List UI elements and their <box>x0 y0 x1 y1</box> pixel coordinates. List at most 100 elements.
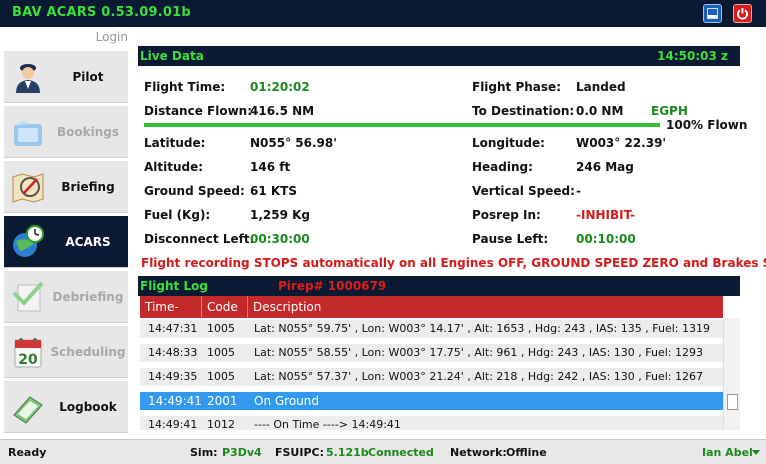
flight-log-table[interactable]: Time-UTC Code Description 14:47:31 1005 … <box>140 296 723 430</box>
briefing-map-icon <box>12 173 44 203</box>
sidebar-item-pilot-centre[interactable]: Pilot Centre <box>4 51 128 136</box>
globe-clock-icon <box>13 225 44 257</box>
row-code: 1005 <box>207 322 235 335</box>
distance-flown-label: Distance Flown: <box>144 104 253 118</box>
sidebar-item-label: Logbook <box>59 400 117 414</box>
fsuipc-status: Connected <box>368 446 434 459</box>
to-destination-label: To Destination: <box>472 104 575 118</box>
table-row-selected[interactable]: 14:49:41 2001 On Ground <box>140 388 723 412</box>
pilot-icon <box>16 64 40 93</box>
row-code: 1005 <box>207 370 235 383</box>
disconnect-left-value: 00:30:00 <box>250 232 310 246</box>
ground-speed-value: 61 KTS <box>250 184 298 198</box>
power-icon <box>737 8 748 20</box>
utc-clock: 14:50:03 z <box>657 49 728 63</box>
row-time: 14:48:33 <box>148 346 198 359</box>
scrollbar-thumb[interactable] <box>727 394 738 410</box>
row-time: 14:49:41 <box>148 418 198 430</box>
row-time: 14:49:35 <box>148 370 198 383</box>
to-destination-value: 0.0 NM <box>576 104 624 118</box>
sidebar: Login Pilot Centre Bookings Briefing <box>0 27 130 437</box>
calendar-icon: 20 <box>14 338 42 368</box>
sidebar-item-acars[interactable]: ACARS <box>4 216 128 268</box>
title-bar: BAV ACARS 0.53.09.01b <box>0 0 766 27</box>
flight-time-label: Flight Time: <box>144 80 226 94</box>
flight-phase-value: Landed <box>576 80 626 94</box>
ground-speed-label: Ground Speed: <box>144 184 245 198</box>
sidebar-item-label: ACARS <box>65 235 111 249</box>
row-time: 14:47:31 <box>148 322 198 335</box>
table-row[interactable]: 14:49:41 1012 ---- On Time ----> 14:49:4… <box>140 412 723 430</box>
pause-left-value: 00:10:00 <box>576 232 636 246</box>
sidebar-item-label: Pilot Centre <box>65 70 110 136</box>
latitude-label: Latitude: <box>144 136 206 150</box>
table-row[interactable]: 14:49:35 1005 Lat: N055° 57.37' , Lon: W… <box>140 364 723 388</box>
longitude-label: Longitude: <box>472 136 545 150</box>
fsuipc-version: 5.121b <box>326 446 369 459</box>
status-bar: Ready Sim: P3Dv4 FSUIPC: 5.121b Connecte… <box>0 439 766 464</box>
flight-progress-bar <box>144 123 660 127</box>
column-header-time[interactable]: Time-UTC <box>140 296 202 336</box>
table-row[interactable]: 14:47:31 1005 Lat: N055° 59.75' , Lon: W… <box>140 316 723 340</box>
flight-log-header: Flight Log Pirep# 1000679 <box>138 276 740 296</box>
bookings-folder-icon <box>14 121 42 146</box>
sidebar-item-briefing[interactable]: Briefing <box>4 161 128 213</box>
sidebar-item-label: Debriefing <box>52 290 124 304</box>
vertical-speed-label: Vertical Speed: <box>472 184 575 198</box>
row-description: On Ground <box>254 394 320 408</box>
debriefing-icon <box>12 281 44 312</box>
fsuipc-label: FSUIPC: <box>275 446 324 459</box>
sidebar-item-bookings[interactable]: Bookings <box>4 106 128 158</box>
sidebar-item-debriefing[interactable]: Debriefing <box>4 271 128 323</box>
chevron-down-icon[interactable] <box>752 450 760 455</box>
flight-phase-label: Flight Phase: <box>472 80 561 94</box>
live-data-title: Live Data <box>140 49 204 63</box>
column-header-description[interactable]: Description <box>248 296 723 318</box>
latitude-value: N055° 56.98' <box>250 136 337 150</box>
row-code: 1005 <box>207 346 235 359</box>
posrep-label: Posrep In: <box>472 208 541 222</box>
longitude-value: W003° 22.39' <box>576 136 667 150</box>
status-ready: Ready <box>8 446 47 459</box>
sidebar-item-label: Bookings <box>56 125 119 139</box>
fuel-value: 1,259 Kg <box>250 208 311 222</box>
sidebar-item-label: Briefing <box>61 180 115 194</box>
flight-log-title: Flight Log <box>140 279 208 293</box>
minimize-icon <box>708 15 717 18</box>
altitude-label: Altitude: <box>144 160 204 174</box>
minimize-button[interactable] <box>703 4 722 23</box>
heading-label: Heading: <box>472 160 533 174</box>
row-description: Lat: N055° 58.55' , Lon: W003° 17.75' , … <box>254 346 703 359</box>
distance-flown-value: 416.5 NM <box>250 104 315 118</box>
row-code: 1012 <box>207 418 235 430</box>
live-data-header: Live Data 14:50:03 z <box>138 46 740 66</box>
disconnect-left-label: Disconnect Left: <box>144 232 255 246</box>
pirep-number: Pirep# 1000679 <box>278 279 387 293</box>
pause-left-label: Pause Left: <box>472 232 549 246</box>
sidebar-item-label: Scheduling <box>50 345 126 359</box>
recording-warning: Flight recording STOPS automatically on … <box>141 256 766 270</box>
progress-percent-label: 100% Flown <box>666 118 748 132</box>
log-scrollbar[interactable] <box>723 318 740 430</box>
svg-text:20: 20 <box>18 352 38 368</box>
flight-time-value: 01:20:02 <box>250 80 310 94</box>
login-link[interactable]: Login <box>0 30 128 44</box>
posrep-value: -INHIBIT- <box>576 208 636 222</box>
row-description: Lat: N055° 57.37' , Lon: W003° 21.24' , … <box>254 370 703 383</box>
row-time: 14:49:41 <box>148 394 202 408</box>
network-value: Offline <box>506 446 547 459</box>
fuel-label: Fuel (Kg): <box>144 208 211 222</box>
close-button[interactable] <box>733 4 752 23</box>
sim-value: P3Dv4 <box>222 446 262 459</box>
heading-value: 246 Mag <box>576 160 634 174</box>
destination-code: EGPH <box>651 104 688 118</box>
flight-progress-fill <box>144 123 660 127</box>
column-header-code[interactable]: Code <box>202 296 248 318</box>
sidebar-item-scheduling[interactable]: 20 Scheduling <box>4 326 128 378</box>
row-description: ---- On Time ----> 14:49:41 <box>254 418 401 430</box>
table-row[interactable]: 14:48:33 1005 Lat: N055° 58.55' , Lon: W… <box>140 340 723 364</box>
logbook-icon <box>13 396 43 424</box>
user-menu[interactable]: Ian Abel <box>702 446 753 459</box>
sidebar-item-logbook[interactable]: Logbook <box>4 381 128 433</box>
sim-label: Sim: <box>190 446 218 459</box>
